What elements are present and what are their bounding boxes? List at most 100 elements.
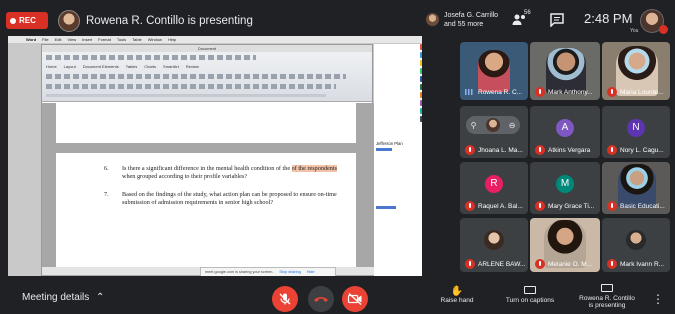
microphone-toggle-button[interactable] [272, 286, 298, 312]
captions-button[interactable]: Turn on captions [500, 286, 560, 304]
menu-format: Format [98, 37, 111, 42]
mic-off-icon [465, 201, 475, 211]
hide-banner-button[interactable]: Hide [307, 270, 315, 274]
document-item-7: 7. Based on the findings of the study, w… [104, 191, 342, 206]
participant-video [618, 164, 656, 208]
highlighted-text: of the respondents [291, 165, 338, 172]
captions-label: Turn on captions [505, 297, 555, 304]
camera-off-icon [347, 292, 362, 306]
word-title: Document [42, 45, 372, 52]
participant-name: Basic Educati... [620, 203, 665, 210]
participant-tile[interactable]: R Raquel A. Bal... [460, 162, 528, 214]
participant-name: Rowena R. C... [478, 89, 523, 96]
participant-summary-name: Josefa G. Carrillo [444, 12, 499, 19]
chat-icon [550, 13, 564, 28]
participant-tile[interactable]: Mark Anthony... [530, 42, 600, 100]
word-ribbon: Home Layout Document Elements Tables Cha… [42, 52, 372, 102]
participant-name: Nory L. Cagu... [620, 147, 664, 154]
document-item-6: 6. Is there a significant difference in … [104, 165, 342, 180]
mic-off-icon [465, 259, 475, 269]
participant-summary[interactable]: Josefa G. Carrillo and 55 more [444, 12, 498, 29]
self-label: You [630, 28, 639, 34]
item-text-before: Is there a significant difference in the… [122, 165, 292, 172]
screen-share-banner: meet.google.com is sharing your screen. … [200, 267, 336, 276]
self-tile-controls[interactable]: ⚲ ⊖ [466, 116, 520, 134]
dock-icon [420, 60, 422, 66]
participant-summary-avatar [426, 13, 439, 26]
participant-name: Raquel A. Bal... [478, 203, 523, 210]
dock-icon [420, 84, 422, 90]
participant-name: Maria Lourde... [620, 89, 664, 96]
mic-off-icon [279, 293, 291, 305]
menu-view: View [67, 37, 77, 42]
participant-name: Melanie O. M... [548, 261, 593, 268]
ribbon-style-row [46, 84, 336, 89]
ribbon-tab-document-elements: Document Elements [82, 64, 119, 69]
meeting-details-button[interactable]: Meeting details ⌃ [22, 292, 104, 303]
leave-call-button[interactable] [308, 286, 334, 312]
ribbon-tabs: Home Layout Document Elements Tables Cha… [46, 64, 199, 69]
participant-tile[interactable]: N Nory L. Cagu... [602, 106, 670, 158]
menu-edit: Edit [54, 37, 62, 42]
participant-tile[interactable]: A Atkins Vergara [530, 106, 600, 158]
pin-icon[interactable]: ⚲ [471, 121, 477, 130]
participant-name: Mary Grace Ti... [548, 203, 595, 210]
dock-icon [420, 92, 422, 98]
more-options-icon[interactable]: ⋮ [652, 292, 664, 306]
more-icon[interactable]: ⊖ [509, 121, 516, 130]
dock-icon [420, 76, 422, 82]
dock-icon [420, 52, 422, 58]
mac-menubar: Word File Edit View Insert Format Tools … [8, 36, 422, 43]
participant-tile[interactable]: Melanie O. M... [530, 218, 600, 272]
raise-hand-icon: ✋ [450, 286, 464, 297]
participant-tile[interactable]: ARLENE BAW... [460, 218, 528, 272]
ribbon-tab-smartart: SmartArt [163, 64, 179, 69]
participant-tile[interactable]: Mark Ivann R... [602, 218, 670, 272]
participant-name: Mark Ivann R... [620, 261, 665, 268]
ribbon-tab-tables: Tables [125, 64, 138, 69]
mac-dock [420, 44, 422, 276]
participant-tile[interactable]: Maria Lourde... [602, 42, 670, 100]
mic-off-icon [535, 201, 545, 211]
recording-label: REC [19, 16, 36, 25]
menu-table: Table [132, 37, 142, 42]
mic-off-icon [607, 145, 617, 155]
mic-off-icon [607, 259, 617, 269]
stop-sharing-button[interactable]: Stop sharing [279, 270, 300, 274]
people-button[interactable]: 56 [512, 10, 531, 27]
ribbon-ruler [46, 94, 326, 97]
mic-off-icon [607, 201, 617, 211]
ribbon-toolbar-row [46, 55, 256, 60]
participant-tile[interactable]: Basic Educati... [602, 162, 670, 214]
self-mic-off-icon [659, 25, 668, 34]
mic-off-icon [535, 87, 545, 97]
chat-button[interactable] [550, 13, 564, 28]
menu-help: Help [167, 37, 177, 42]
camera-toggle-button[interactable] [342, 286, 368, 312]
menu-word: Word [26, 37, 37, 42]
mic-off-icon [465, 145, 475, 155]
meeting-details-label: Meeting details [22, 292, 90, 303]
participant-tile[interactable]: Rowena R. C... [460, 42, 528, 100]
ribbon-tab-layout: Layout [63, 64, 76, 69]
captions-icon [500, 286, 560, 297]
menu-insert: Insert [82, 37, 93, 42]
item-number: 7. [104, 191, 109, 198]
ribbon-tab-home: Home [46, 64, 57, 69]
participant-name: Atkins Vergara [548, 147, 591, 154]
presentation-button[interactable]: Rowena R. Contillo is presenting [574, 284, 640, 309]
dock-icon [420, 108, 422, 114]
link-mark [376, 148, 392, 151]
participant-tile-self[interactable]: ⚲ ⊖ Jhoana L. Ma... [460, 106, 528, 158]
menu-window: Window [147, 37, 162, 42]
participant-tile[interactable]: M Mary Grace Ti... [530, 162, 600, 214]
participant-initial: R [485, 174, 503, 193]
presenting-text: Rowena R. Contillo is presenting [86, 15, 253, 27]
raise-hand-button[interactable]: ✋ Raise hand [434, 286, 480, 304]
present-screen-icon [574, 284, 640, 295]
dock-icon [420, 68, 422, 74]
dock-icon [420, 100, 422, 106]
ribbon-format-row [46, 74, 346, 79]
mic-off-icon [535, 145, 545, 155]
audio-level-icon [465, 89, 473, 95]
